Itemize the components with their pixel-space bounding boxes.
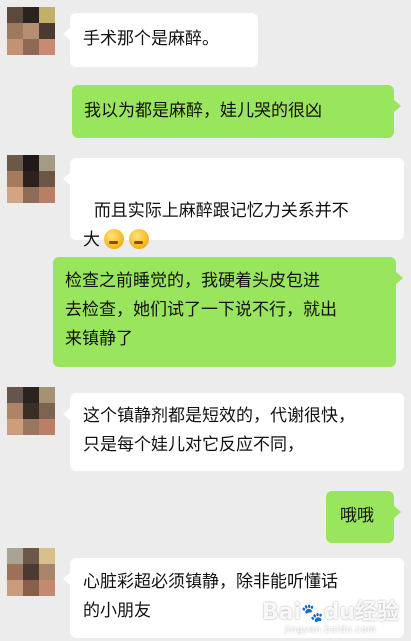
- outgoing-message-bubble[interactable]: 哦哦: [326, 491, 401, 543]
- incoming-message-bubble[interactable]: 而且实际上麻醉跟记忆力关系并不 大: [63, 158, 404, 250]
- watermark-url: jingyan.baidu.com: [284, 625, 377, 635]
- incoming-message-bubble[interactable]: 手术那个是麻醉。: [63, 13, 258, 67]
- outgoing-message-bubble[interactable]: 检查之前睡觉的，我硬着头皮包进 去检查，她们试了一下说不行，就出 来镇静了: [53, 257, 403, 367]
- contact-avatar[interactable]: [7, 155, 55, 203]
- contact-avatar[interactable]: [7, 7, 55, 55]
- baidu-jingyan-watermark: Bai🐾du经验 jingyan.baidu.com: [262, 602, 399, 635]
- watermark-main-text: Bai: [261, 600, 302, 625]
- watermark-suffix-text: 经验: [354, 600, 399, 625]
- outgoing-message-bubble[interactable]: 我以为都是麻醉，娃儿哭的很凶: [72, 85, 401, 138]
- contact-avatar[interactable]: [7, 387, 55, 435]
- contact-avatar[interactable]: [7, 548, 55, 596]
- embarrassed-face-emoji: [104, 229, 124, 249]
- embarrassed-face-emoji: [129, 229, 149, 249]
- paw-icon: 🐾: [301, 603, 324, 624]
- watermark-main-text: du: [323, 600, 355, 625]
- incoming-message-bubble[interactable]: 这个镇静剂都是短效的，代谢很快， 只是每个娃儿对它反应不同，: [63, 393, 404, 471]
